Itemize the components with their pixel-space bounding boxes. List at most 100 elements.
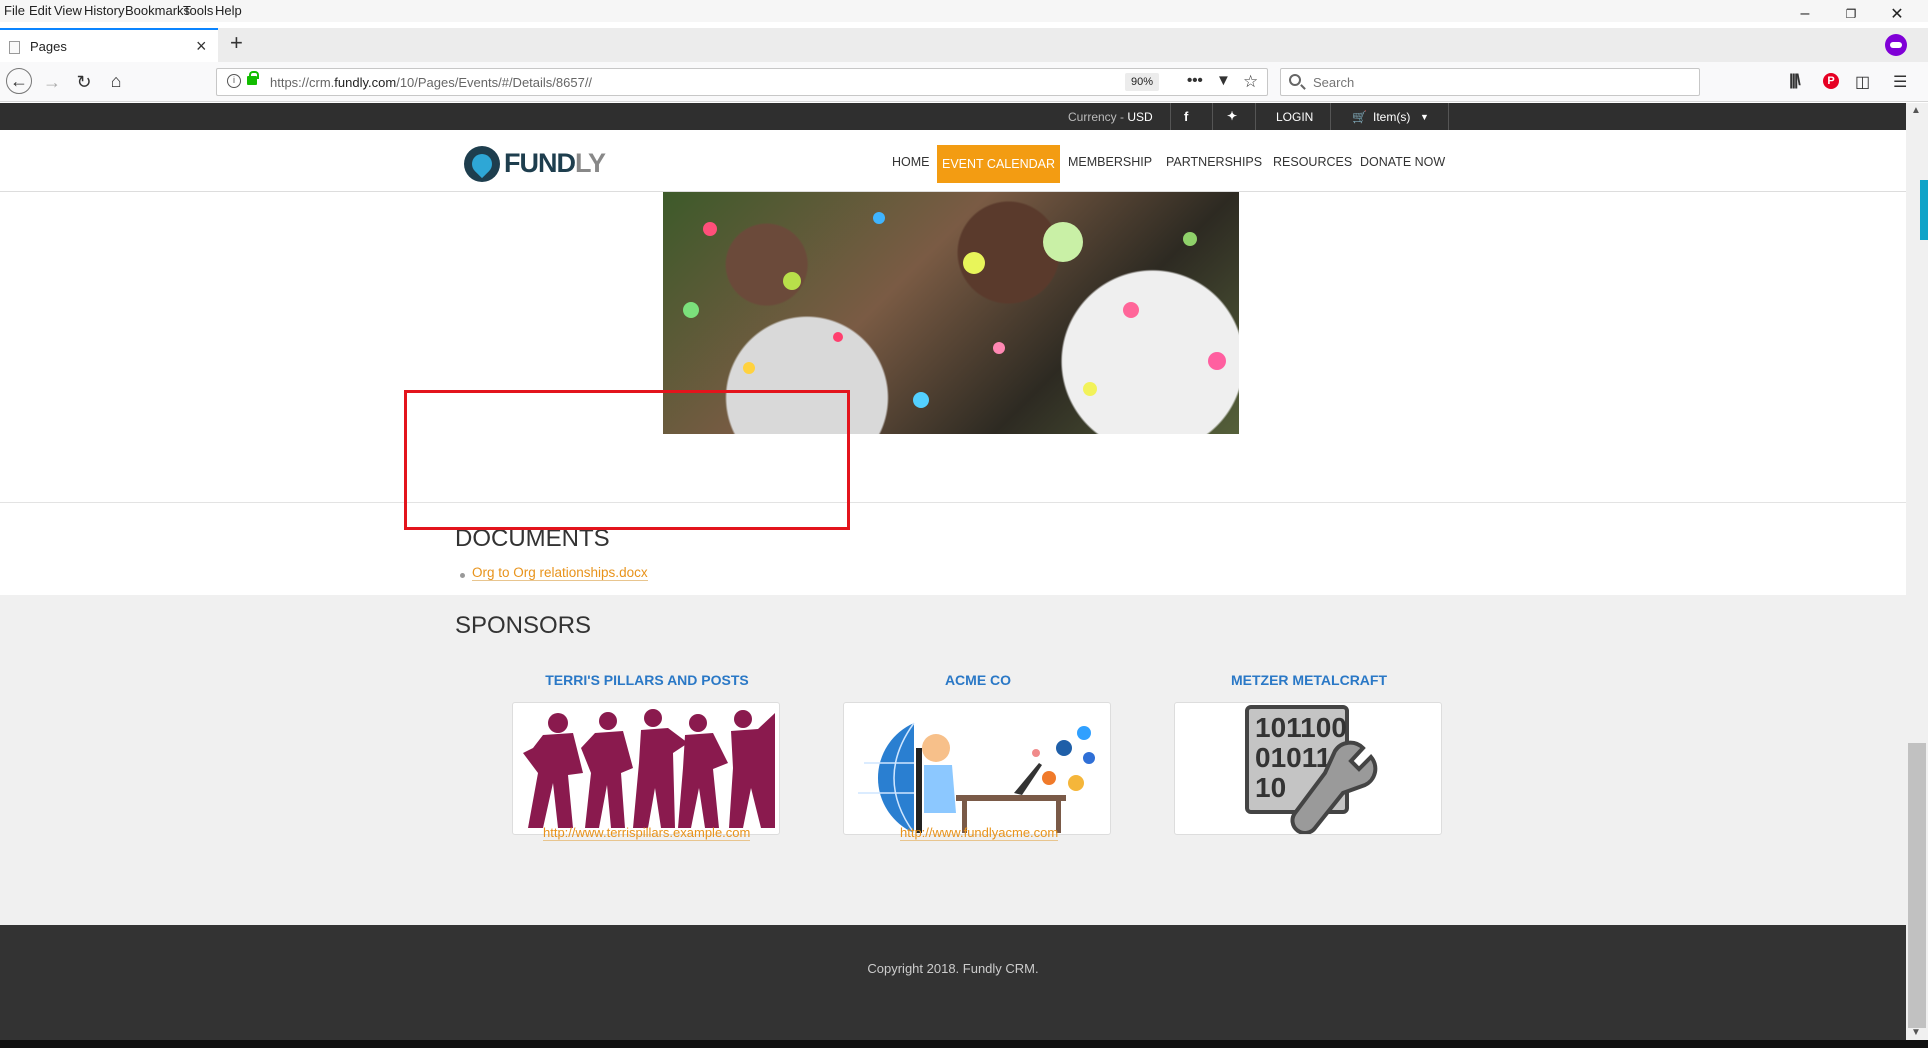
binary-line-1: 101100	[1255, 712, 1347, 743]
address-bar[interactable]: i https://crm.fundly.com/10/Pages/Events…	[216, 68, 1268, 96]
nav-membership[interactable]: MEMBERSHIP	[1068, 155, 1152, 169]
confetti	[703, 222, 717, 236]
page-viewport: Currency - USD f ✦ LOGIN 🛒 Item(s) ▼ FUN…	[0, 103, 1906, 1040]
menu-help[interactable]: Help	[215, 3, 242, 18]
confetti	[833, 332, 843, 342]
page-icon	[9, 41, 20, 54]
edge-accent	[1920, 180, 1928, 240]
confetti	[683, 302, 699, 318]
tab-title: Pages	[30, 39, 67, 54]
caret-down-icon: ▼	[1420, 112, 1429, 122]
binary-line-3: 10	[1255, 772, 1286, 803]
twitter-icon[interactable]: ✦	[1227, 109, 1237, 123]
close-window-icon[interactable]: ✕	[1874, 0, 1920, 28]
scroll-down-icon[interactable]: ▼	[1911, 1027, 1921, 1038]
documents-section: DOCUMENTS Org to Org relationships.docx	[0, 502, 1906, 595]
menu-edit[interactable]: Edit	[29, 3, 51, 18]
dancers-silhouette	[523, 709, 775, 828]
lock-icon	[247, 71, 259, 85]
divider	[1170, 103, 1171, 130]
menu-tools[interactable]: Tools	[183, 3, 213, 18]
sponsor-name[interactable]: ACME CO	[843, 672, 1113, 688]
menu-view[interactable]: View	[54, 3, 82, 18]
browser-menubar: File Edit View History Bookmarks Tools H…	[0, 0, 1928, 22]
confetti	[963, 252, 985, 274]
sponsors-section: SPONSORS TERRI'S PILLARS AND POSTS http:…	[0, 595, 1906, 925]
nav-partnerships[interactable]: PARTNERSHIPS	[1166, 155, 1262, 169]
search-input[interactable]	[1311, 73, 1691, 91]
confetti	[1183, 232, 1197, 246]
documents-highlight-box	[404, 390, 850, 530]
confetti	[1208, 352, 1226, 370]
cart-icon[interactable]: 🛒	[1352, 110, 1367, 124]
confetti	[783, 272, 801, 290]
restore-icon[interactable]: ❐	[1828, 0, 1874, 28]
logo-wordmark: FUNDLY	[504, 148, 606, 178]
nav-event-calendar[interactable]: EVENT CALENDAR	[937, 145, 1060, 183]
scrollbar[interactable]: ▲ ▼	[1906, 103, 1928, 1040]
confetti	[1083, 382, 1097, 396]
confetti	[1123, 302, 1139, 318]
confetti	[993, 342, 1005, 354]
os-taskbar	[0, 1040, 1928, 1048]
forward-arrow-icon[interactable]: →	[40, 70, 64, 94]
site-navigation: FUNDLY HOME EVENT CALENDAR MEMBERSHIP PA…	[0, 130, 1906, 192]
bullet	[460, 573, 465, 578]
more-actions-icon[interactable]: •••	[1187, 72, 1203, 89]
cart-dropdown[interactable]: Item(s)	[1373, 110, 1410, 124]
confetti	[913, 392, 929, 408]
home-icon[interactable]: ⌂	[104, 69, 128, 93]
scrollbar-thumb[interactable]	[1908, 743, 1926, 1028]
new-tab-icon[interactable]: +	[230, 30, 243, 56]
binary-line-2: 01011	[1255, 742, 1331, 773]
pinterest-icon[interactable]: P	[1823, 73, 1839, 89]
menu-history[interactable]: History	[84, 3, 124, 18]
nav-donate-now[interactable]: DONATE NOW	[1360, 155, 1445, 169]
tab-strip	[0, 28, 1928, 62]
zoom-level-badge[interactable]: 90%	[1125, 73, 1159, 91]
logo-mark-icon	[464, 146, 500, 182]
sponsor-url-link[interactable]: http://www.fundlyacme.com	[900, 825, 1059, 841]
binary-wrench-icon: 101100 01011 10	[1245, 705, 1378, 834]
divider	[1212, 103, 1213, 130]
confetti	[873, 212, 885, 224]
divider	[1448, 103, 1449, 130]
document-link[interactable]: Org to Org relationships.docx	[472, 565, 648, 581]
currency-selector[interactable]: Currency - USD	[1068, 110, 1153, 124]
minimize-icon[interactable]: –	[1782, 0, 1828, 28]
search-box[interactable]	[1280, 68, 1700, 96]
menu-bookmarks[interactable]: Bookmarks	[125, 3, 190, 18]
url-text[interactable]: https://crm.fundly.com/10/Pages/Events/#…	[270, 75, 592, 90]
sponsor-url-link[interactable]: http://www.terrispillars.example.com	[543, 825, 751, 841]
site-footer: Copyright 2018. Fundly CRM.	[0, 925, 1906, 1040]
sponsor-logo-acme[interactable]	[843, 702, 1111, 835]
private-browsing-icon	[1885, 34, 1907, 56]
divider	[1330, 103, 1331, 130]
confetti	[743, 362, 755, 374]
info-icon[interactable]: i	[227, 74, 241, 88]
scroll-up-icon[interactable]: ▲	[1911, 105, 1921, 116]
login-link[interactable]: LOGIN	[1276, 110, 1313, 124]
developer-illustration	[858, 722, 1095, 834]
nav-resources[interactable]: RESOURCES	[1273, 155, 1352, 169]
sponsors-heading: SPONSORS	[455, 612, 592, 639]
copyright-text: Copyright 2018. Fundly CRM.	[867, 961, 1039, 976]
pocket-icon[interactable]: ▼	[1216, 72, 1231, 89]
library-icon[interactable]: |||\	[1789, 72, 1801, 90]
sidebar-icon[interactable]: ◫	[1855, 72, 1870, 92]
back-arrow-icon[interactable]: ←	[6, 68, 32, 94]
facebook-icon[interactable]: f	[1184, 109, 1188, 124]
close-tab-icon[interactable]: ×	[196, 36, 207, 57]
reload-icon[interactable]: ↻	[72, 70, 96, 94]
sponsor-name[interactable]: METZER METALCRAFT	[1174, 672, 1444, 688]
sponsor-logo-metalcraft[interactable]: 101100 01011 10	[1174, 702, 1442, 835]
bookmark-star-icon[interactable]: ☆	[1243, 72, 1258, 92]
sponsor-name[interactable]: TERRI'S PILLARS AND POSTS	[512, 672, 782, 688]
hamburger-menu-icon[interactable]: ☰	[1893, 72, 1907, 92]
tab-pages[interactable]: Pages ×	[0, 28, 218, 62]
sponsor-logo-dancers[interactable]	[512, 702, 780, 835]
menu-file[interactable]: File	[4, 3, 25, 18]
site-top-bar: Currency - USD f ✦ LOGIN 🛒 Item(s) ▼	[0, 103, 1906, 130]
divider	[1255, 103, 1256, 130]
nav-home[interactable]: HOME	[892, 155, 930, 169]
